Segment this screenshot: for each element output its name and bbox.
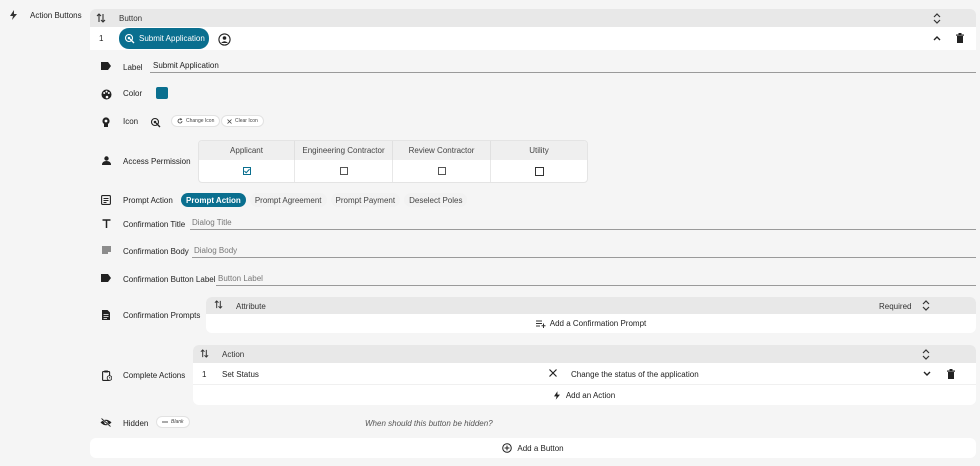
confirmation-button-label-placeholder: Button Label xyxy=(218,274,263,283)
attribute-column-header: Attribute xyxy=(236,302,266,311)
add-circle-icon xyxy=(502,443,513,453)
role-header: Applicant xyxy=(199,141,295,160)
action-row-name: Set Status xyxy=(222,370,259,379)
confirmation-title-input[interactable]: Dialog Title xyxy=(190,216,976,230)
label-tag-icon xyxy=(100,61,112,71)
touch-icon xyxy=(149,116,161,128)
required-column-header: Required xyxy=(879,302,912,311)
add-confirmation-prompt-label: Add a Confirmation Prompt xyxy=(549,319,647,328)
confirmation-button-label-label: Confirmation Button Label xyxy=(123,275,216,284)
prompt-action-label: Prompt Action xyxy=(123,196,173,205)
button-preview[interactable]: Submit Application xyxy=(119,28,209,49)
add-confirmation-prompt-button[interactable]: Add a Confirmation Prompt xyxy=(206,314,976,333)
role-header: Review Contractor xyxy=(393,141,491,160)
confirmation-prompts-label: Confirmation Prompts xyxy=(123,311,201,320)
lightning-icon xyxy=(553,390,560,400)
confirmation-prompts-table: Attribute Required Add a Confirmation Pr… xyxy=(206,297,976,333)
action-column-header: Action xyxy=(222,350,245,359)
prompt-option-deselect-poles[interactable]: Deselect Poles xyxy=(404,193,468,207)
lightning-icon xyxy=(8,10,18,20)
add-button-bar[interactable]: Add a Button xyxy=(90,438,976,458)
action-row-description: Change the status of the application xyxy=(571,370,699,379)
role-checkbox-applicant[interactable] xyxy=(242,167,251,175)
close-icon xyxy=(227,118,232,124)
delete-icon[interactable] xyxy=(955,32,965,44)
role-checkbox-engineering-contractor[interactable] xyxy=(339,167,348,175)
hidden-condition-value: Blank xyxy=(171,419,184,425)
prompt-option-prompt-payment[interactable]: Prompt Payment xyxy=(330,193,401,207)
dialog-icon xyxy=(100,194,112,206)
label-tag-icon xyxy=(100,273,112,283)
confirmation-body-placeholder: Dialog Body xyxy=(194,246,238,255)
add-action-button[interactable]: Add an Action xyxy=(193,385,976,405)
sidebar-label: Action Buttons xyxy=(30,11,82,20)
complete-actions-label: Complete Actions xyxy=(123,371,186,380)
expand-collapse-icon[interactable] xyxy=(932,12,942,24)
buttons-column-header: Button xyxy=(119,14,143,23)
expand-collapse-icon[interactable] xyxy=(922,349,930,360)
title-icon xyxy=(101,218,111,228)
buttons-table-header xyxy=(90,9,976,27)
change-icon-label: Change Icon xyxy=(186,118,215,124)
access-permission-grid: Applicant Engineering Contractor Review … xyxy=(198,140,588,183)
icon-field-label: Icon xyxy=(123,117,139,126)
touch-icon xyxy=(124,33,135,44)
visibility-off-icon xyxy=(100,417,112,427)
person-icon xyxy=(101,155,111,165)
add-button-label: Add a Button xyxy=(517,443,564,453)
confirmation-title-label: Confirmation Title xyxy=(123,220,186,229)
button-row-index: 1 xyxy=(99,34,104,43)
access-permission-label: Access Permission xyxy=(123,157,191,166)
color-swatch[interactable] xyxy=(156,87,168,99)
notes-icon xyxy=(101,245,111,255)
color-field-label: Color xyxy=(123,89,143,98)
role-header: Engineering Contractor xyxy=(295,141,393,160)
label-input-value: Submit Application xyxy=(153,61,219,70)
sort-icon[interactable] xyxy=(96,12,106,24)
label-input[interactable]: Submit Application xyxy=(150,59,976,73)
clear-icon-button[interactable]: Clear Icon xyxy=(221,115,264,127)
role-checkbox-review-contractor[interactable] xyxy=(437,167,446,175)
action-row-index: 1 xyxy=(202,370,207,379)
action-row[interactable]: 1 Set Status Change the status of the ap… xyxy=(193,363,976,385)
document-icon xyxy=(101,309,111,321)
confirmation-button-label-input[interactable]: Button Label xyxy=(216,272,976,286)
add-action-label: Add an Action xyxy=(565,390,616,400)
hidden-hint: When should this button be hidden? xyxy=(365,419,493,428)
change-icon-button[interactable]: Change Icon xyxy=(171,115,221,127)
account-circle-icon[interactable] xyxy=(217,32,231,46)
clear-icon-label: Clear Icon xyxy=(235,118,258,124)
lightbulb-icon xyxy=(101,116,111,128)
dash-icon xyxy=(162,421,168,423)
playlist-add-icon xyxy=(535,320,546,328)
hidden-condition-chip[interactable]: Blank xyxy=(156,416,190,428)
prompt-option-prompt-agreement[interactable]: Prompt Agreement xyxy=(249,193,327,207)
palette-icon xyxy=(100,88,112,100)
prompt-option-prompt-action[interactable]: Prompt Action xyxy=(181,193,246,207)
complete-actions-table: Action 1 Set Status Change the status of… xyxy=(193,345,976,405)
button-preview-label: Submit Application xyxy=(139,34,205,43)
refresh-icon xyxy=(177,118,183,124)
confirmation-body-input[interactable]: Dialog Body xyxy=(192,244,976,258)
confirmation-body-label: Confirmation Body xyxy=(123,247,189,256)
sort-icon[interactable] xyxy=(200,349,209,358)
role-checkbox-utility[interactable] xyxy=(534,166,544,176)
prompt-action-options: Prompt Action Prompt Agreement Prompt Pa… xyxy=(181,193,468,207)
label-field-label: Label xyxy=(123,63,143,72)
clipboard-clock-icon xyxy=(101,369,112,381)
expand-collapse-icon[interactable] xyxy=(922,300,930,311)
delete-icon[interactable] xyxy=(947,369,955,379)
hidden-label: Hidden xyxy=(123,419,149,428)
chevron-up-icon[interactable] xyxy=(932,33,942,43)
chevron-down-icon[interactable] xyxy=(923,371,931,377)
confirmation-title-placeholder: Dialog Title xyxy=(192,218,232,227)
role-header: Utility xyxy=(529,146,549,155)
close-icon[interactable] xyxy=(549,369,557,377)
sort-icon[interactable] xyxy=(214,300,223,309)
